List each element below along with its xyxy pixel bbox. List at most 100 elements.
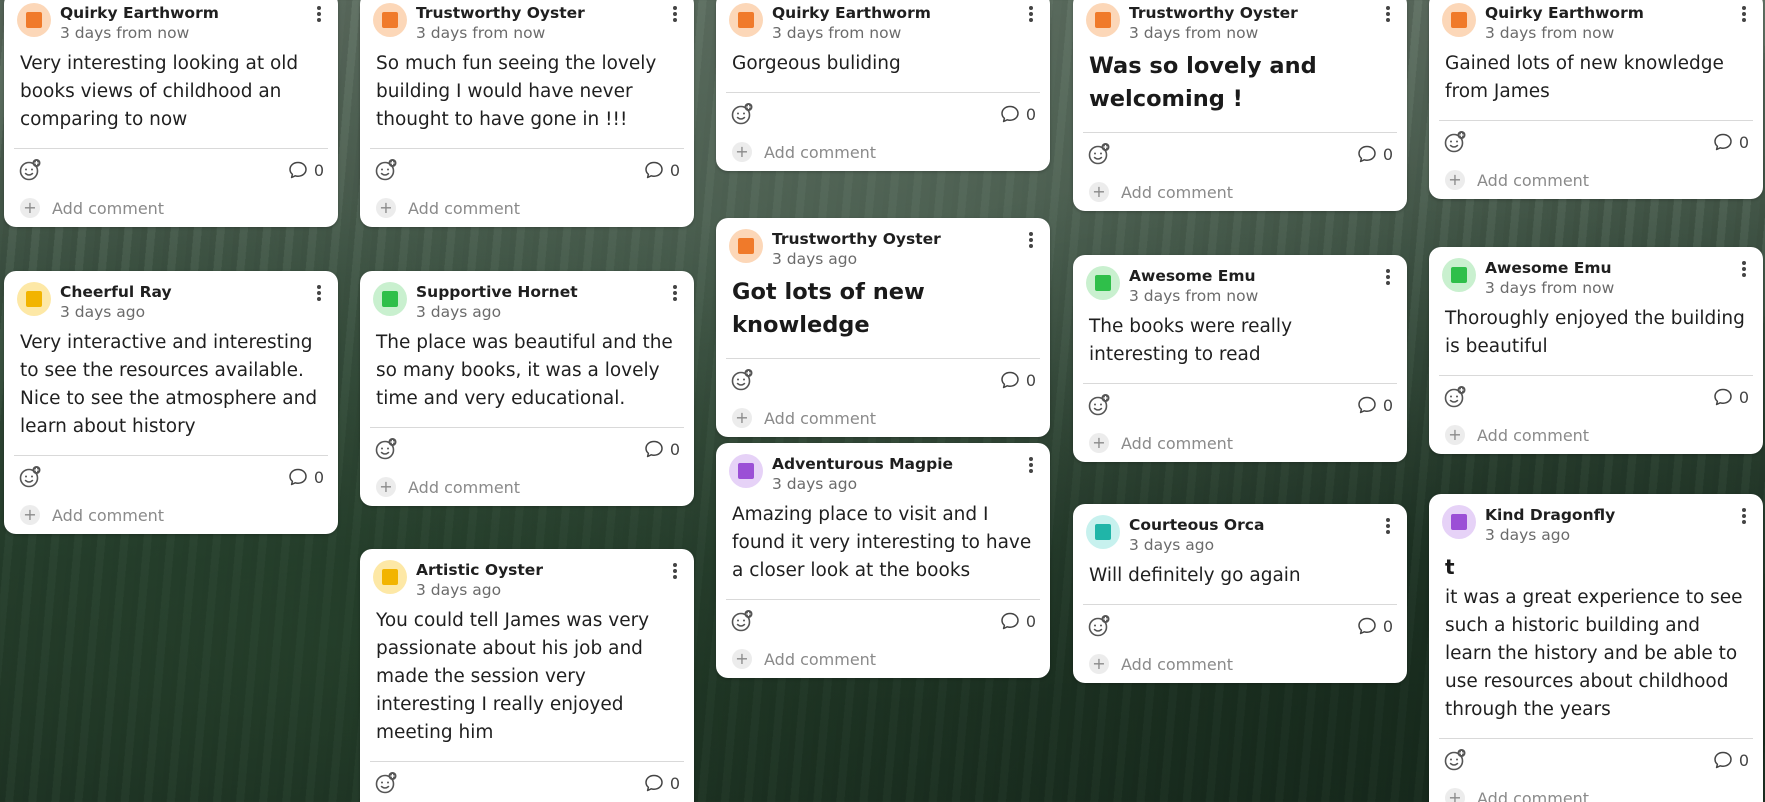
- avatar[interactable]: [729, 454, 763, 488]
- add-comment-button[interactable]: + Add comment: [14, 496, 328, 534]
- add-reaction-icon[interactable]: [1087, 142, 1111, 166]
- add-comment-button[interactable]: + Add comment: [14, 189, 328, 227]
- add-comment-label: Add comment: [1477, 170, 1590, 190]
- post-card[interactable]: Trustworthy Oyster 3 days ago Got lots o…: [716, 218, 1050, 437]
- avatar[interactable]: [1086, 266, 1120, 300]
- add-reaction-icon[interactable]: [730, 368, 754, 392]
- add-reaction-icon[interactable]: [1443, 385, 1467, 409]
- avatar[interactable]: [1086, 3, 1120, 37]
- add-comment-button[interactable]: + Add comment: [1439, 161, 1753, 199]
- comment-count[interactable]: 0: [644, 773, 680, 793]
- more-options-icon[interactable]: [1024, 455, 1038, 475]
- post-card[interactable]: Awesome Emu 3 days from now The books we…: [1073, 255, 1407, 462]
- add-comment-button[interactable]: + Add comment: [370, 468, 684, 506]
- more-options-icon[interactable]: [312, 4, 326, 24]
- comment-count-value: 0: [1738, 750, 1749, 770]
- more-options-icon[interactable]: [312, 283, 326, 303]
- add-comment-button[interactable]: + Add comment: [1083, 424, 1397, 462]
- add-reaction-icon[interactable]: [1087, 614, 1111, 638]
- avatar-pixel-icon: [1095, 12, 1111, 28]
- post-header: Trustworthy Oyster 3 days ago: [716, 218, 1050, 268]
- add-reaction-icon[interactable]: [1443, 130, 1467, 154]
- add-reaction-icon[interactable]: [1087, 393, 1111, 417]
- avatar-pixel-icon: [1451, 12, 1467, 28]
- more-options-icon[interactable]: [1737, 506, 1751, 526]
- avatar[interactable]: [729, 3, 763, 37]
- more-options-icon[interactable]: [1737, 4, 1751, 24]
- more-options-icon[interactable]: [668, 561, 682, 581]
- post-footer: 0: [726, 93, 1040, 133]
- author-name: Artistic Oyster: [416, 561, 543, 579]
- post-card[interactable]: Awesome Emu 3 days from now Thoroughly e…: [1429, 247, 1763, 454]
- comment-count[interactable]: 0: [288, 160, 324, 180]
- add-comment-button[interactable]: + Add comment: [370, 189, 684, 227]
- add-reaction-icon[interactable]: [730, 609, 754, 633]
- comment-count[interactable]: 0: [1713, 387, 1749, 407]
- add-comment-button[interactable]: + Add comment: [726, 640, 1040, 678]
- more-options-icon[interactable]: [668, 283, 682, 303]
- comment-bubble-icon: [289, 161, 307, 179]
- add-reaction-icon[interactable]: [18, 465, 42, 489]
- add-reaction-icon[interactable]: [730, 102, 754, 126]
- post-card[interactable]: Kind Dragonfly 3 days ago t it was a gre…: [1429, 494, 1763, 802]
- more-options-icon[interactable]: [1024, 4, 1038, 24]
- post-footer: 0: [726, 359, 1040, 399]
- post-card[interactable]: Courteous Orca 3 days ago Will definitel…: [1073, 504, 1407, 683]
- comment-bubble-icon: [1358, 617, 1376, 635]
- comment-count[interactable]: 0: [1000, 611, 1036, 631]
- add-comment-button[interactable]: + Add comment: [726, 399, 1040, 437]
- avatar[interactable]: [17, 282, 51, 316]
- comment-count[interactable]: 0: [1000, 104, 1036, 124]
- add-reaction-icon[interactable]: [18, 158, 42, 182]
- more-options-icon[interactable]: [1381, 4, 1395, 24]
- more-options-icon[interactable]: [668, 4, 682, 24]
- post-card[interactable]: Quirky Earthworm 3 days from now Very in…: [4, 0, 338, 227]
- comment-count[interactable]: 0: [1357, 395, 1393, 415]
- post-card[interactable]: Supportive Hornet 3 days ago The place w…: [360, 271, 694, 506]
- post-title: t: [1445, 555, 1455, 579]
- more-options-icon[interactable]: [1381, 267, 1395, 287]
- post-card[interactable]: Quirky Earthworm 3 days from now Gained …: [1429, 0, 1763, 199]
- comment-count[interactable]: 0: [1357, 616, 1393, 636]
- post-card[interactable]: Adventurous Magpie 3 days ago Amazing pl…: [716, 443, 1050, 678]
- more-options-icon[interactable]: [1024, 230, 1038, 250]
- avatar[interactable]: [1442, 505, 1476, 539]
- add-reaction-icon[interactable]: [374, 771, 398, 795]
- comment-count[interactable]: 0: [644, 439, 680, 459]
- avatar[interactable]: [1086, 515, 1120, 549]
- avatar[interactable]: [1442, 3, 1476, 37]
- comment-count[interactable]: 0: [1713, 132, 1749, 152]
- post-card[interactable]: Artistic Oyster 3 days ago You could tel…: [360, 549, 694, 802]
- comment-count[interactable]: 0: [644, 160, 680, 180]
- add-comment-button[interactable]: + Add comment: [1439, 416, 1753, 454]
- more-options-icon[interactable]: [1381, 516, 1395, 536]
- post-card[interactable]: Trustworthy Oyster 3 days from now So mu…: [360, 0, 694, 227]
- post-card[interactable]: Quirky Earthworm 3 days from now Gorgeou…: [716, 0, 1050, 171]
- add-reaction-icon[interactable]: [1443, 748, 1467, 772]
- avatar[interactable]: [17, 3, 51, 37]
- add-comment-button[interactable]: + Add comment: [726, 133, 1040, 171]
- add-reaction-icon[interactable]: [374, 158, 398, 182]
- avatar[interactable]: [373, 560, 407, 594]
- avatar[interactable]: [729, 229, 763, 263]
- comment-count[interactable]: 0: [1357, 144, 1393, 164]
- post-text: Gained lots of new knowledge from James: [1445, 53, 1724, 102]
- add-comment-button[interactable]: + Add comment: [1439, 779, 1753, 802]
- comment-count[interactable]: 0: [1713, 750, 1749, 770]
- author-name: Quirky Earthworm: [772, 4, 931, 22]
- post-card[interactable]: Cheerful Ray 3 days ago Very interactive…: [4, 271, 338, 534]
- comment-count[interactable]: 0: [288, 467, 324, 487]
- post-card[interactable]: Trustworthy Oyster 3 days from now Was s…: [1073, 0, 1407, 211]
- post-timestamp: 3 days from now: [1485, 24, 1615, 42]
- more-options-icon[interactable]: [1737, 259, 1751, 279]
- add-comment-label: Add comment: [764, 408, 877, 428]
- avatar-pixel-icon: [382, 569, 398, 585]
- avatar[interactable]: [373, 3, 407, 37]
- add-comment-button[interactable]: + Add comment: [1083, 173, 1397, 211]
- comment-count[interactable]: 0: [1000, 370, 1036, 390]
- post-header: Quirky Earthworm 3 days from now: [716, 0, 1050, 42]
- avatar[interactable]: [373, 282, 407, 316]
- add-reaction-icon[interactable]: [374, 437, 398, 461]
- add-comment-button[interactable]: + Add comment: [1083, 645, 1397, 683]
- avatar[interactable]: [1442, 258, 1476, 292]
